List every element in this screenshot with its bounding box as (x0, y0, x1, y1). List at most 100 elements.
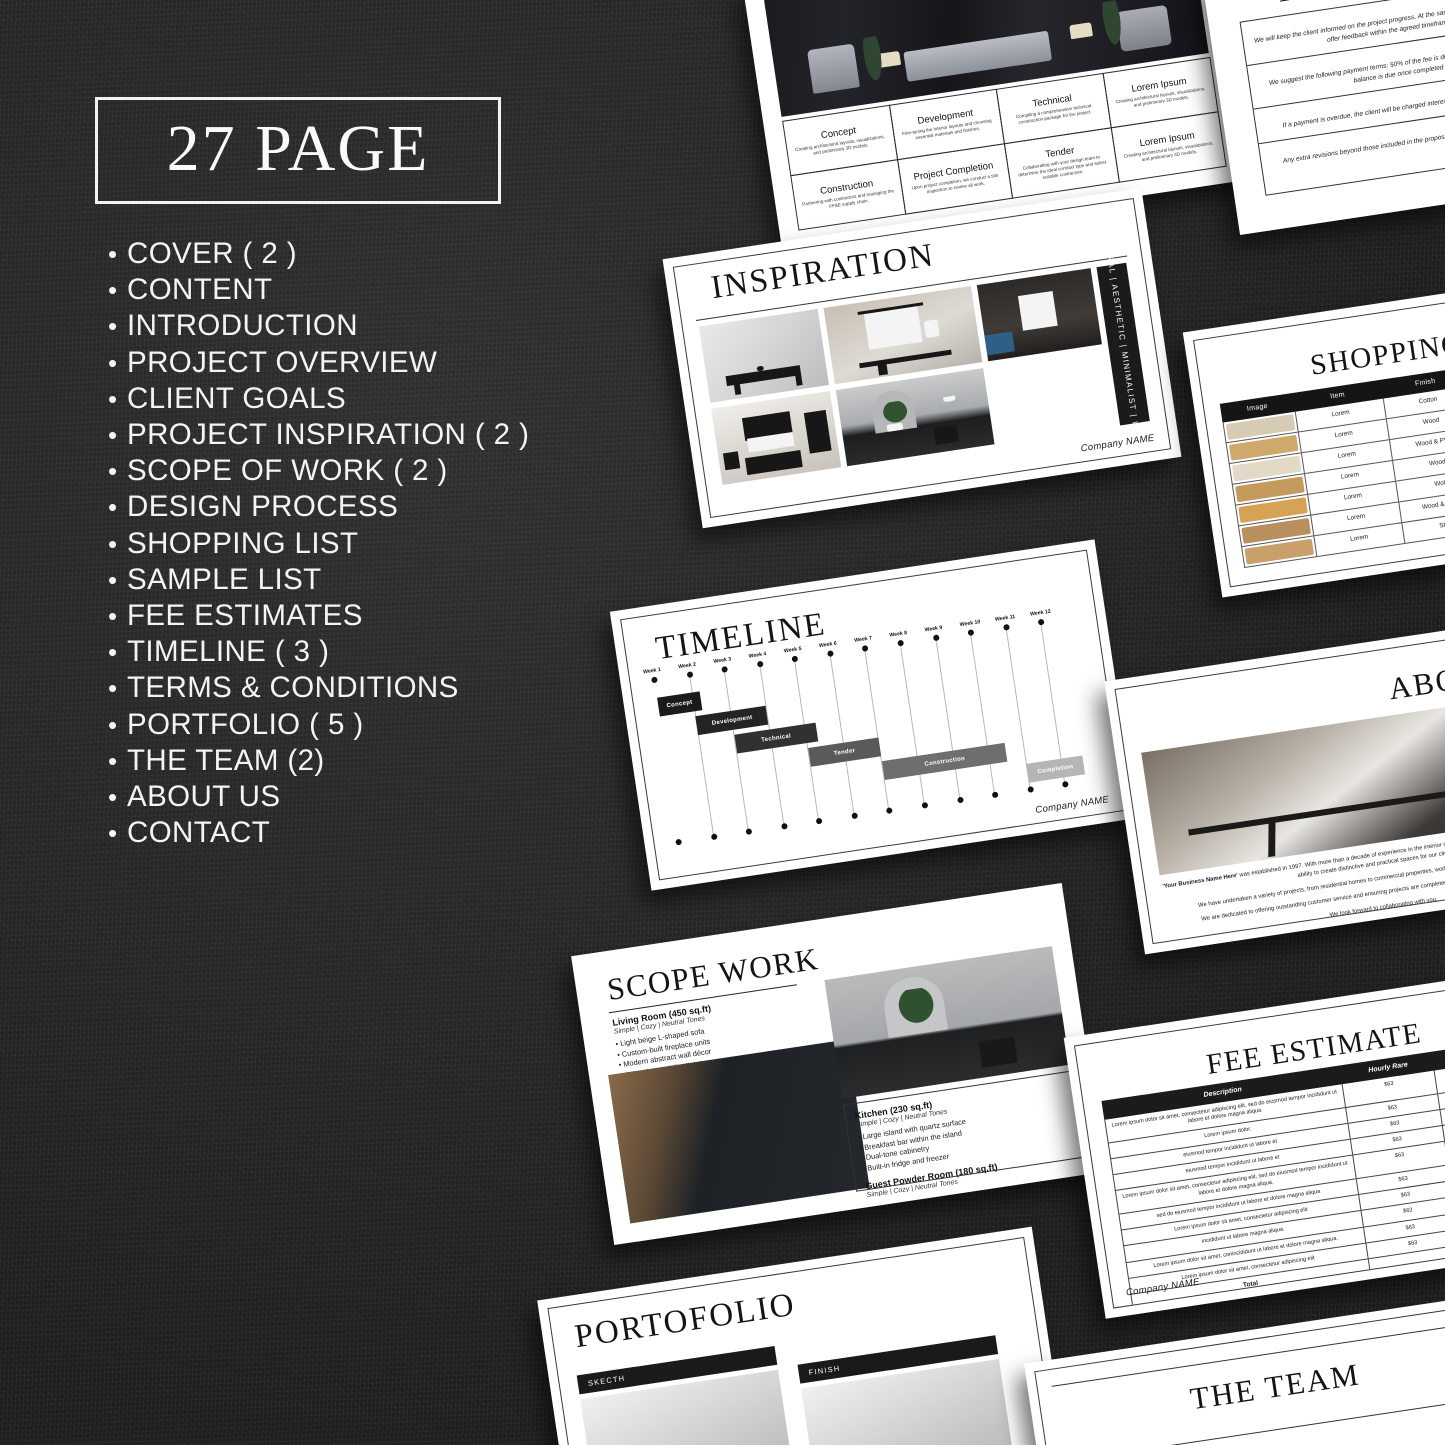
toc-item[interactable]: • PROJECT OVERVIEW (108, 345, 578, 381)
bullet-icon: • (108, 383, 118, 414)
toc-item[interactable]: • ABOUT US (108, 779, 578, 815)
timeline-dot (651, 676, 658, 684)
toc-item[interactable]: • TERMS & CONDITIONS (108, 670, 578, 706)
toc-item[interactable]: • CONTENT (108, 272, 578, 308)
fee-body: FEE ESTIMATE DescriptionHourly RarePrice… (1073, 975, 1445, 1309)
toc-item[interactable]: • FEE ESTIMATES (108, 598, 578, 634)
toc-item-label: DESIGN PROCESS (127, 490, 399, 524)
bullet-icon: • (108, 347, 118, 378)
toc-item-label: SAMPLE LIST (127, 562, 322, 596)
bullet-icon: • (108, 275, 118, 306)
toc-item-label: THE TEAM (2) (127, 743, 325, 777)
toc-item-label: CLIENT GOALS (127, 381, 347, 415)
timeline-week-label: Week 4 (748, 651, 767, 660)
timeline-dot (921, 801, 929, 809)
timeline-dot (1002, 623, 1010, 631)
toc-item[interactable]: • SAMPLE LIST (108, 562, 578, 598)
bullet-icon: • (108, 601, 118, 632)
portfolio-body: PORTOFOLIO SKECTH FINISH (547, 1236, 1065, 1445)
slide-inspiration[interactable]: INSPIRATION NATURAL | AESTHETIC | MINIMA… (662, 187, 1182, 529)
inspiration-photo-desk (823, 285, 983, 385)
slide-the-team[interactable]: THE TEAM (1023, 1291, 1445, 1445)
timeline-dot (1038, 618, 1045, 626)
toc-item[interactable]: • THE TEAM (2) (108, 743, 578, 779)
toc-item-label: COVER ( 2 ) (127, 237, 297, 270)
inspiration-photo-frame (977, 268, 1102, 362)
toc-item-label: PROJECT INSPIRATION ( 2 ) (127, 418, 530, 452)
bullet-icon: • (108, 709, 118, 740)
design-process-body: Concept Creating architectural layouts, v… (753, 0, 1236, 239)
toc-item[interactable]: • DESIGN PROCESS (108, 489, 578, 525)
inspiration-photo-arch (836, 368, 995, 467)
toc-item[interactable]: • PROJECT INSPIRATION ( 2 ) (108, 417, 578, 453)
toc-item-label: PORTFOLIO ( 5 ) (127, 707, 364, 741)
about-business-name: 'Your Business Name Here' (1162, 872, 1239, 891)
timeline-dot (967, 629, 975, 637)
footer-company: Company NAME (1080, 432, 1156, 455)
timeline-week-label: Week 3 (713, 656, 732, 665)
bullet-icon: • (108, 818, 118, 849)
slide-fee-estimate[interactable]: FEE ESTIMATE DescriptionHourly RarePrice… (1063, 965, 1445, 1319)
toc-item[interactable]: • INTRODUCTION (108, 308, 578, 344)
slide-timeline[interactable]: TIMELINE Week 1 Week 2 Week 3 Week 4 Week 5W… (609, 539, 1137, 891)
inspiration-body: INSPIRATION NATURAL | AESTHETIC | MINIMA… (672, 197, 1172, 519)
timeline-dot (675, 838, 683, 846)
timeline-dot (862, 644, 869, 652)
toc-item[interactable]: • SHOPPING LIST (108, 526, 578, 562)
timeline-dot (1027, 786, 1034, 793)
timeline-week-label: Week 9 (924, 624, 943, 634)
inspiration-side-label: NATURAL | AESTHETIC | MINIMALIST | UNIQU… (1096, 227, 1150, 461)
toc-item[interactable]: • COVER ( 2 ) (108, 236, 578, 272)
timeline-dot (851, 812, 859, 820)
toc-item[interactable]: • PORTFOLIO ( 5 ) (108, 707, 578, 743)
page-count-badge: 27 PAGE (95, 97, 501, 204)
toc-item-label: SHOPPING LIST (127, 526, 359, 560)
bullet-icon: • (108, 673, 118, 704)
timeline-week-label: Week 8 (889, 630, 908, 639)
bullet-icon: • (108, 239, 118, 269)
slide-scope-work[interactable]: SCOPE WORK Living Room (450 sq.ft) Simpl… (571, 882, 1105, 1246)
toc-item[interactable]: • TIMELINE ( 3 ) (108, 634, 578, 670)
inspiration-photo-console (698, 308, 830, 403)
timeline-dot (721, 665, 729, 673)
list-item: Extra storage space (873, 1203, 1082, 1235)
timeline-dot (686, 671, 694, 679)
timeline-dot (897, 639, 905, 647)
terms-table: COMMUNICATIONWe will keep the client inf… (1239, 0, 1445, 196)
toc-item[interactable]: • CLIENT GOALS (108, 381, 578, 417)
bullet-icon: • (108, 492, 118, 523)
toc-item-label: CONTACT (127, 816, 271, 850)
timeline-dot (710, 833, 718, 841)
toc-item-label: SCOPE OF WORK ( 2 ) (127, 454, 448, 488)
toc-item-label: PROJECT OVERVIEW (127, 345, 438, 379)
page-title: 27 PAGE (166, 111, 430, 185)
bullet-icon: • (108, 528, 118, 559)
slide-terms-conditions[interactable]: TEMS & CONDITIONS COMMUNICATIONWe will k… (1201, 0, 1445, 235)
team-body: THE TEAM (1034, 1301, 1445, 1445)
timeline-week-label: Week 7 (853, 635, 873, 644)
toc-item-label: INTRODUCTION (127, 309, 358, 343)
table-of-contents: • COVER ( 2 ) • CONTENT • INTRODUCTION • PROJEC… (108, 236, 578, 851)
timeline-dot (956, 796, 964, 804)
bullet-icon: • (108, 564, 118, 595)
slide-shopping-list[interactable]: SHOPPING LIST ImageItemFinishDimensionsS… (1182, 262, 1445, 598)
toc-item-label: CONTENT (127, 273, 273, 307)
timeline-dot (756, 660, 764, 668)
about-body: ABOUT US 'Your Business Name Here' was e… (1114, 619, 1445, 945)
bullet-icon: • (108, 311, 118, 342)
toc-item[interactable]: • SCOPE OF WORK ( 2 ) (108, 453, 578, 489)
bullet-icon: • (108, 782, 118, 813)
toc-item[interactable]: • CONTACT (108, 815, 578, 851)
timeline-dot (1062, 780, 1070, 788)
timeline-week-label: Week 2 (677, 661, 697, 671)
toc-item-label: FEE ESTIMATES (127, 599, 363, 633)
slide-portfolio[interactable]: PORTOFOLIO SKECTH FINISH (537, 1226, 1075, 1445)
timeline-dot (886, 807, 894, 814)
bullet-icon: • (108, 637, 118, 668)
timeline-dot (780, 822, 788, 830)
team-title: THE TEAM (1187, 1356, 1363, 1417)
slide-about-us[interactable]: ABOUT US 'Your Business Name Here' was e… (1104, 609, 1445, 955)
timeline-week-label: Week 5 (783, 645, 802, 655)
toc-item-label: ABOUT US (127, 780, 281, 814)
timeline-week-label: Week 6 (818, 640, 838, 650)
